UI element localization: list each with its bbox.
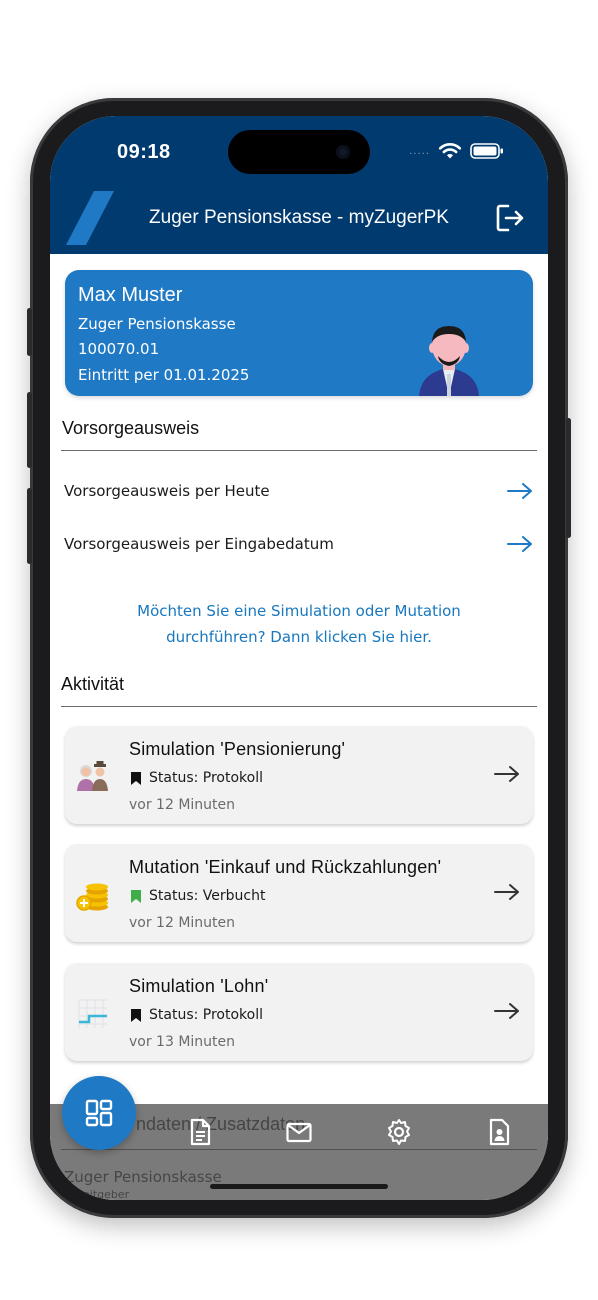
cta-line-2: durchführen? Dann klicken Sie hier. bbox=[166, 628, 432, 646]
power-button bbox=[566, 418, 571, 538]
profile-icon[interactable] bbox=[486, 1118, 512, 1146]
arrow-right-icon bbox=[494, 884, 519, 900]
activity-card[interactable]: Simulation 'Lohn' Status: Protokoll vor … bbox=[65, 963, 533, 1061]
link-label: Vorsorgeausweis per Eingabedatum bbox=[64, 535, 334, 553]
dashboard-icon bbox=[85, 1099, 113, 1127]
link-vorsorgeausweis-heute[interactable]: Vorsorgeausweis per Heute bbox=[64, 476, 534, 506]
salary-chart-icon bbox=[78, 999, 107, 1028]
coins-icon bbox=[76, 883, 108, 911]
phone-screen: 09:18 ..... Zuger Pensionskasse - myZuge… bbox=[50, 116, 548, 1200]
status-icons: ..... bbox=[409, 142, 504, 160]
activity-status: Status: Protokoll bbox=[131, 770, 263, 786]
simulation-mutation-link[interactable]: Möchten Sie eine Simulation oder Mutatio… bbox=[90, 598, 508, 650]
dynamic-island bbox=[228, 130, 370, 174]
wifi-icon bbox=[438, 143, 462, 159]
profile-number: 100070.01 bbox=[78, 340, 160, 358]
mail-icon[interactable] bbox=[286, 1118, 312, 1146]
arrow-right-icon bbox=[507, 483, 532, 499]
activity-card[interactable]: Mutation 'Einkauf und Rückzahlungen' Sta… bbox=[65, 844, 533, 942]
bookmark-icon bbox=[131, 889, 141, 903]
arrow-right-icon bbox=[494, 766, 519, 782]
profile-card[interactable]: Max Muster Zuger Pensionskasse 100070.01… bbox=[65, 270, 533, 396]
activity-title: Simulation 'Pensionierung' bbox=[129, 739, 346, 759]
activity-title: Simulation 'Lohn' bbox=[129, 976, 269, 996]
activity-status: Status: Verbucht bbox=[131, 888, 265, 904]
bookmark-icon bbox=[131, 771, 141, 785]
link-label: Vorsorgeausweis per Heute bbox=[64, 482, 270, 500]
arrow-right-icon bbox=[507, 536, 532, 552]
activity-card[interactable]: Simulation 'Pensionierung' Status: Proto… bbox=[65, 726, 533, 824]
camera-icon bbox=[336, 145, 350, 159]
profile-organization: Zuger Pensionskasse bbox=[78, 315, 236, 333]
volume-down-button bbox=[27, 488, 32, 564]
app-title: Zuger Pensionskasse - myZugerPK bbox=[149, 207, 449, 228]
battery-icon bbox=[470, 143, 503, 159]
retirement-couple-icon bbox=[77, 761, 108, 791]
profile-entry-date: Eintritt per 01.01.2025 bbox=[78, 366, 250, 384]
activity-status-text: Status: Protokoll bbox=[149, 770, 263, 786]
section-heading: ndaten / Zusatzdaten bbox=[136, 1114, 306, 1134]
app-header: 09:18 ..... Zuger Pensionskasse - myZuge… bbox=[50, 116, 548, 254]
cta-line-1: Möchten Sie eine Simulation oder Mutatio… bbox=[137, 602, 461, 620]
document-icon[interactable] bbox=[187, 1118, 213, 1146]
activity-time: vor 12 Minuten bbox=[129, 797, 236, 813]
arrow-right-icon bbox=[494, 1003, 519, 1019]
settings-icon[interactable] bbox=[386, 1118, 412, 1146]
action-button bbox=[27, 308, 32, 356]
main-content: Max Muster Zuger Pensionskasse 100070.01… bbox=[50, 254, 548, 1114]
section-sub: Arbeitgeber bbox=[64, 1188, 130, 1200]
status-time: 09:18 bbox=[117, 141, 171, 163]
link-vorsorgeausweis-eingabedatum[interactable]: Vorsorgeausweis per Eingabedatum bbox=[64, 529, 534, 559]
activity-time: vor 12 Minuten bbox=[129, 915, 236, 931]
activity-status-text: Status: Verbucht bbox=[149, 888, 266, 904]
activity-status: Status: Protokoll bbox=[131, 1007, 263, 1023]
avatar bbox=[419, 326, 479, 396]
activity-time: vor 13 Minuten bbox=[129, 1034, 236, 1050]
activity-title: Mutation 'Einkauf und Rückzahlungen' bbox=[129, 857, 442, 877]
activity-status-text: Status: Protokoll bbox=[149, 1007, 263, 1023]
vorsorgeausweis-heading: Vorsorgeausweis bbox=[62, 418, 200, 438]
profile-name: Max Muster bbox=[78, 284, 183, 306]
section-org: Zuger Pensionskasse bbox=[64, 1168, 222, 1186]
signal-icon: ..... bbox=[409, 145, 430, 157]
aktivitaet-heading: Aktivität bbox=[61, 674, 125, 694]
bookmark-icon bbox=[131, 1008, 141, 1022]
volume-up-button bbox=[27, 392, 32, 468]
divider bbox=[61, 450, 537, 451]
logout-icon[interactable] bbox=[494, 202, 526, 234]
home-indicator bbox=[210, 1184, 388, 1189]
nav-dashboard-button[interactable] bbox=[62, 1076, 136, 1150]
divider bbox=[61, 706, 537, 707]
divider bbox=[61, 1149, 537, 1150]
